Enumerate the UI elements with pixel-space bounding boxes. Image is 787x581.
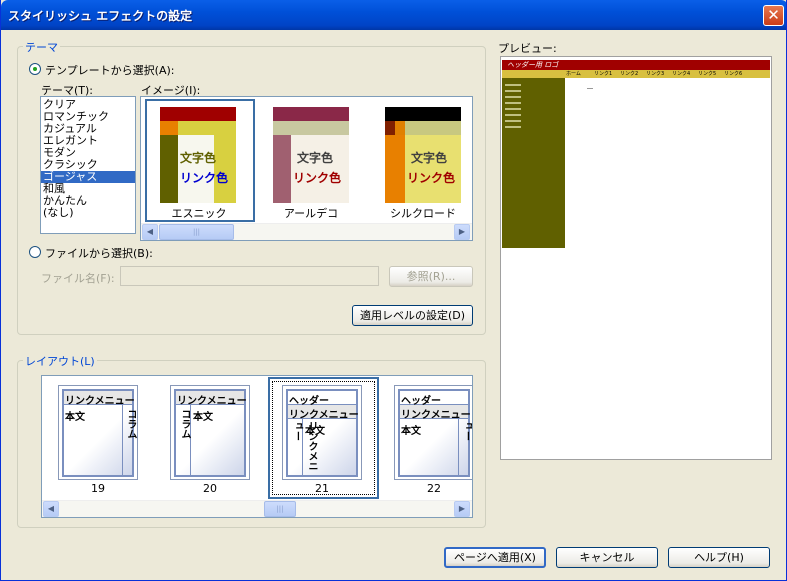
preview-nav-item: リンク3 xyxy=(646,71,665,77)
artdeco-thumbnail: 文字色 リンク色 xyxy=(273,107,349,203)
preview-sidebar xyxy=(502,78,565,248)
silkroad-text-color: 文字色 xyxy=(411,151,448,165)
theme-listbox[interactable]: クリア ロマンチック カジュアル エレガント モダン クラシック ゴージャス 和… xyxy=(40,96,136,234)
theme-image-gallery[interactable]: 文字色 リンク色 エスニック 文字色 リンク色 アールデコ 文字色 リンク色 シ… xyxy=(140,96,473,241)
preview-nav-item: リンク5 xyxy=(698,71,717,77)
layout-body-label: 本文 xyxy=(193,412,213,423)
scroll-left-button[interactable]: ◀ xyxy=(43,501,59,517)
theme-group-legend: テーマ xyxy=(23,39,60,55)
preview-label: プレビュー: xyxy=(498,42,557,55)
theme-item[interactable]: (なし) xyxy=(41,207,135,219)
artdeco-text-color: 文字色 xyxy=(297,151,334,165)
layout-column-label: コラム xyxy=(179,409,190,439)
preview-pane: ヘッダー用 ロゴ ホーム リンク1 リンク2 リンク3 リンク4 リンク5 リン… xyxy=(500,56,772,460)
layout-item[interactable]: ヘッダー リンクメニュー リンクメニュー 本文 xyxy=(282,385,362,480)
layout-group-legend: レイアウト(L) xyxy=(23,353,97,369)
ethnic-thumbnail: 文字色 リンク色 xyxy=(160,107,236,203)
preview-nav-item: リンク4 xyxy=(672,71,691,77)
preview-header: ヘッダー用 ロゴ xyxy=(502,60,770,70)
layout-number: 21 xyxy=(315,482,329,495)
browse-button[interactable]: 参照(R)... xyxy=(389,266,473,287)
layout-body-label: 本文 xyxy=(305,426,325,437)
layout-item[interactable]: ヘッダー リンクメニュー 本文 リンクメニュー xyxy=(394,385,472,480)
scroll-right-button[interactable]: ▶ xyxy=(454,501,470,517)
file-radio-label[interactable]: ファイルから選択(B): xyxy=(45,245,153,261)
scroll-right-button[interactable]: ▶ xyxy=(454,224,470,240)
scroll-thumb[interactable]: ||| xyxy=(159,224,234,240)
silkroad-thumbnail: 文字色 リンク色 xyxy=(385,107,461,203)
cancel-button[interactable]: キャンセル xyxy=(556,547,658,568)
apply-level-button[interactable]: 適用レベルの設定(D) xyxy=(352,305,473,326)
ethnic-text-color: 文字色 xyxy=(180,151,217,165)
preview-header-logo: ヘッダー用 ロゴ xyxy=(507,61,559,69)
ethnic-caption: エスニック xyxy=(171,207,227,220)
title-bar[interactable]: スタイリッシュ エフェクトの設定 ✕ xyxy=(1,0,786,30)
dialog-window: スタイリッシュ エフェクトの設定 ✕ テーマ テンプレートから選択(A): テー… xyxy=(0,0,787,581)
layout-number: 22 xyxy=(427,482,441,495)
layout-item[interactable]: リンクメニュー コラム 本文 xyxy=(170,385,250,480)
layout-menu-label: リンクメニュー xyxy=(65,396,135,407)
window-title: スタイリッシュ エフェクトの設定 xyxy=(8,9,193,23)
file-name-label: ファイル名(F): xyxy=(41,272,115,285)
layout-scrollbar[interactable]: ◀ ||| ▶ xyxy=(42,500,472,517)
layout-body-label: 本文 xyxy=(65,412,85,423)
preview-nav-item: リンク6 xyxy=(724,71,743,77)
layout-item[interactable]: リンクメニュー 本文 コラム xyxy=(58,385,138,480)
apply-to-page-button[interactable]: ページへ適用(X) xyxy=(444,547,546,568)
silkroad-caption: シルクロード xyxy=(390,207,456,220)
layout-body-label: 本文 xyxy=(401,426,421,437)
preview-nav: ホーム リンク1 リンク2 リンク3 リンク4 リンク5 リンク6 xyxy=(502,70,770,78)
help-button[interactable]: ヘルプ(H) xyxy=(668,547,770,568)
scroll-thumb[interactable]: ||| xyxy=(264,501,296,517)
gallery-scrollbar[interactable]: ◀ ||| ▶ xyxy=(141,223,472,240)
scroll-left-button[interactable]: ◀ xyxy=(142,224,158,240)
preview-nav-item: リンク2 xyxy=(620,71,639,77)
layout-column-label: コラム xyxy=(125,409,136,439)
template-radio[interactable] xyxy=(29,63,41,75)
layout-number: 20 xyxy=(203,482,217,495)
file-name-input[interactable] xyxy=(120,266,379,286)
ethnic-link-color: リンク色 xyxy=(180,171,229,185)
file-radio[interactable] xyxy=(29,246,41,258)
close-button[interactable]: ✕ xyxy=(763,5,784,26)
template-radio-label[interactable]: テンプレートから選択(A): xyxy=(45,62,174,78)
preview-nav-item: リンク1 xyxy=(594,71,613,77)
layout-menu-label: リンクメニュー xyxy=(289,410,359,421)
silkroad-link-color: リンク色 xyxy=(407,171,456,185)
layout-gallery[interactable]: リンクメニュー 本文 コラム 19 リンクメニュー コラム 本文 20 ヘッダー… xyxy=(41,375,473,518)
layout-number: 19 xyxy=(91,482,105,495)
layout-menu-label: リンクメニュー xyxy=(177,396,247,407)
artdeco-link-color: リンク色 xyxy=(293,171,342,185)
layout-menu-label: リンクメニュー xyxy=(401,410,471,421)
artdeco-caption: アールデコ xyxy=(283,207,339,220)
preview-nav-item: ホーム xyxy=(566,71,581,77)
layout-side-menu-label: リンクメニュー xyxy=(461,421,472,441)
